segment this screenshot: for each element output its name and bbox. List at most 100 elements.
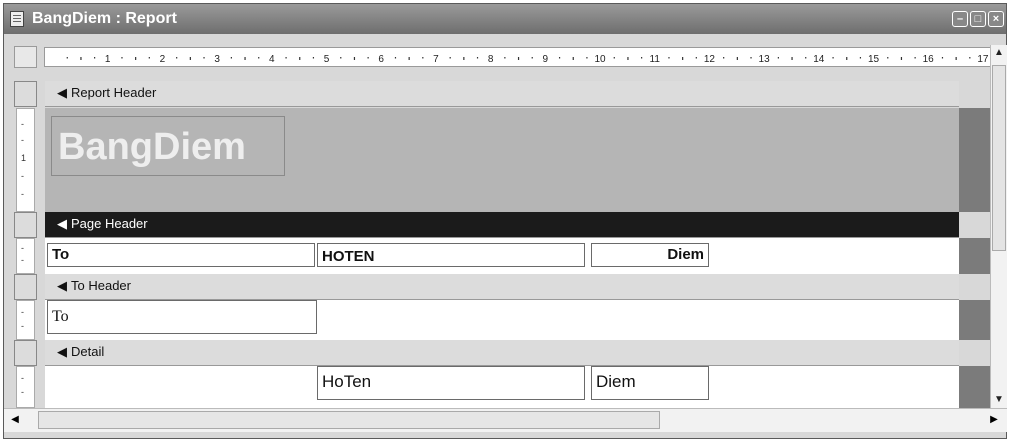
ruler-number: 17 <box>977 54 989 65</box>
ruler-tick <box>353 57 356 60</box>
horizontal-ruler[interactable]: 1 2 3 4 5 6 7 8 9 10 11 12 13 14 15 16 17 <box>44 47 992 67</box>
ruler-tick <box>340 57 342 59</box>
ruler-tick <box>558 57 561 59</box>
ruler-tick <box>887 57 889 59</box>
detail-band[interactable]: ◀ Detail <box>45 340 959 366</box>
ruler-tick <box>627 57 629 60</box>
ruler-tick <box>394 57 397 59</box>
diem-column-header[interactable]: Diem <box>591 243 709 267</box>
window-title: BangDiem : Report <box>32 10 177 27</box>
vertical-scrollbar[interactable]: ▲ ▼ <box>990 45 1007 408</box>
ruler-tick <box>80 57 82 60</box>
vertical-ruler-page-header: - - <box>16 238 35 274</box>
report-icon[interactable] <box>10 11 24 27</box>
ruler-number: 9 <box>543 54 549 65</box>
vertical-ruler-detail: - - <box>16 366 35 408</box>
to-header-selector[interactable] <box>14 274 37 300</box>
ruler-tick <box>805 57 807 59</box>
maximize-icon: □ <box>974 13 982 25</box>
scroll-down-arrow-icon[interactable]: ▼ <box>991 392 1007 408</box>
ruler-tick <box>695 57 697 59</box>
ruler-tick <box>189 57 191 60</box>
minimize-icon: – <box>956 13 964 25</box>
page-header-band[interactable]: ◀ Page Header <box>45 212 959 238</box>
ruler-tick <box>299 57 301 60</box>
ruler-tick <box>914 57 916 59</box>
report-header-gutter <box>959 108 990 212</box>
ruler-tick <box>312 57 315 59</box>
close-icon: × <box>992 13 1000 25</box>
scroll-left-arrow-icon[interactable]: ◀ <box>6 409 24 431</box>
ruler-number: 2 <box>160 54 166 65</box>
ruler-number: 7 <box>433 54 439 65</box>
maximize-button[interactable]: □ <box>970 11 986 27</box>
detail-selector[interactable] <box>14 340 37 366</box>
report-title-label[interactable]: BangDiem <box>51 116 285 176</box>
section-arrow-icon: ◀ <box>57 85 67 100</box>
to-header-band[interactable]: ◀ To Header <box>45 274 959 300</box>
hoten-column-header[interactable]: HOTEN <box>317 243 585 267</box>
scroll-right-arrow-icon[interactable]: ▶ <box>985 409 1003 431</box>
ruler-number: 3 <box>214 54 220 65</box>
horizontal-scrollbar[interactable]: ◀ ▶ <box>4 408 1007 432</box>
title-bar[interactable]: BangDiem : Report – □ × <box>4 4 1006 34</box>
ruler-tick <box>668 57 670 59</box>
ruler-number: 16 <box>923 54 935 65</box>
vertical-scroll-thumb[interactable] <box>992 65 1006 251</box>
diem-textbox[interactable]: Diem <box>591 366 709 400</box>
ruler-number: 8 <box>488 54 494 65</box>
ruler-tick <box>846 57 848 60</box>
to-textbox[interactable]: To <box>47 300 317 334</box>
hoten-textbox[interactable]: HoTen <box>317 366 585 400</box>
ruler-corner[interactable] <box>14 46 37 68</box>
ruler-tick <box>504 57 506 59</box>
vertical-ruler-report-header: - - 1 - - <box>16 108 35 212</box>
ruler-tick <box>900 57 903 60</box>
page-header-gutter <box>959 238 990 274</box>
page-header-selector[interactable] <box>14 212 37 238</box>
page-header-label: Page Header <box>71 216 148 231</box>
ruler-tick <box>408 57 410 60</box>
ruler-tick <box>148 57 150 59</box>
ruler-number: 11 <box>650 54 661 65</box>
ruler-scale: 1 2 3 4 5 6 7 8 9 10 11 12 13 14 15 16 17 <box>66 54 989 65</box>
report-header-section[interactable]: BangDiem <box>45 108 959 212</box>
detail-gutter <box>959 366 990 408</box>
ruler-tick <box>613 57 615 59</box>
report-header-selector[interactable] <box>14 81 37 107</box>
detail-label: Detail <box>71 344 105 359</box>
detail-section[interactable]: HoTen Diem <box>45 366 959 408</box>
ruler-tick <box>777 57 779 59</box>
ruler-tick <box>859 57 862 59</box>
ruler-tick <box>66 57 68 59</box>
close-button[interactable]: × <box>988 11 1004 27</box>
ruler-number: 15 <box>868 54 880 65</box>
ruler-tick <box>750 57 752 59</box>
ruler-tick <box>941 57 944 59</box>
ruler-tick <box>641 57 643 59</box>
ruler-tick <box>135 57 137 60</box>
ruler-tick <box>176 57 178 59</box>
ruler-tick <box>121 57 123 59</box>
ruler-tick <box>476 57 479 59</box>
ruler-tick <box>586 57 588 59</box>
report-header-band[interactable]: ◀ Report Header <box>45 81 959 107</box>
ruler-number: 14 <box>813 54 825 65</box>
to-header-section[interactable]: To <box>45 300 959 340</box>
horizontal-scroll-thumb[interactable] <box>38 411 660 429</box>
ruler-tick <box>422 57 424 59</box>
ruler-tick <box>94 57 96 59</box>
to-header-label: To Header <box>71 278 131 293</box>
scroll-up-arrow-icon[interactable]: ▲ <box>991 45 1007 61</box>
vertical-ruler-to-header: - - <box>16 300 35 340</box>
ruler-number: 13 <box>759 54 771 65</box>
ruler-tick <box>736 57 738 60</box>
ruler-number: 1 <box>105 54 111 65</box>
page-header-section[interactable]: To HOTEN Diem <box>45 238 959 274</box>
to-column-header[interactable]: To <box>47 243 315 267</box>
minimize-button[interactable]: – <box>952 11 968 27</box>
section-arrow-icon: ◀ <box>57 216 67 231</box>
ruler-tick <box>832 57 834 59</box>
report-header-label: Report Header <box>71 85 157 100</box>
ruler-tick <box>955 57 957 60</box>
